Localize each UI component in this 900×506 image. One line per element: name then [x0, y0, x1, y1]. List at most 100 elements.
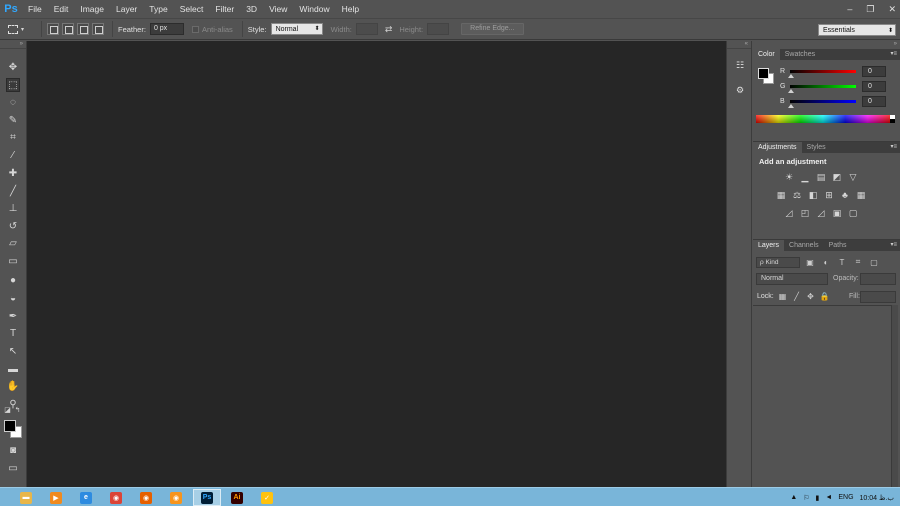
path-selection-tool-icon[interactable]: ↖ — [6, 344, 20, 358]
hue-saturation-icon[interactable]: ▦ — [775, 189, 787, 201]
foreground-color-swatch[interactable] — [4, 420, 16, 432]
width-input[interactable] — [355, 23, 378, 35]
new-selection-button[interactable] — [47, 23, 59, 35]
rectangle-tool-icon[interactable]: ▬ — [6, 362, 20, 376]
dodge-tool-icon[interactable]: ◒ — [6, 291, 20, 305]
posterize-icon[interactable]: ◰ — [799, 207, 811, 219]
feather-input[interactable]: 0 px — [149, 23, 184, 35]
intersect-selection-button[interactable] — [92, 23, 104, 35]
menu-edit[interactable]: Edit — [48, 0, 75, 18]
green-track[interactable] — [788, 84, 856, 93]
pen-tool-icon[interactable]: ✒ — [6, 309, 20, 323]
channel-mixer-icon[interactable]: ♣ — [839, 189, 851, 201]
blue-value[interactable]: 0 — [862, 95, 886, 107]
panel-menu-icon[interactable]: ▾≡ — [890, 142, 897, 153]
slider-thumb-icon[interactable] — [788, 103, 794, 108]
red-value[interactable]: 0 — [862, 65, 886, 77]
collapse-icon[interactable]: » — [753, 41, 900, 49]
photoshop-taskbar-icon[interactable]: Ps — [193, 489, 221, 506]
language-indicator[interactable]: ENG — [838, 494, 853, 501]
type-filter-icon[interactable]: T — [836, 257, 848, 268]
smart-object-filter-icon[interactable]: ▢ — [868, 257, 880, 268]
blur-tool-icon[interactable]: ● — [6, 273, 20, 287]
opacity-input[interactable] — [860, 273, 896, 285]
menu-image[interactable]: Image — [74, 0, 110, 18]
eyedropper-tool-icon[interactable]: ⁄ — [6, 148, 20, 162]
collapse-icon[interactable]: » — [0, 41, 26, 49]
properties-panel-icon[interactable]: ⚙ — [733, 83, 747, 97]
move-tool-icon[interactable]: ✥ — [6, 60, 20, 74]
blue-slider[interactable]: B 0 — [780, 95, 898, 108]
gradient-tool-icon[interactable]: ▭ — [6, 254, 20, 268]
tab-adjustments[interactable]: Adjustments — [753, 142, 802, 153]
lock-image-icon[interactable]: ╱ — [791, 291, 802, 302]
style-select[interactable]: Normal — [270, 23, 323, 35]
slider-thumb-icon[interactable] — [788, 73, 794, 78]
close-icon[interactable]: ✕ — [888, 4, 896, 15]
red-track[interactable] — [788, 69, 856, 78]
foreground-color-swatch[interactable] — [758, 68, 769, 79]
menu-window[interactable]: Window — [293, 0, 335, 18]
layers-scrollbar[interactable] — [891, 305, 898, 488]
clone-stamp-tool-icon[interactable]: ⊥ — [6, 201, 20, 215]
history-panel-icon[interactable]: ☷ — [733, 58, 747, 72]
lock-transparent-icon[interactable]: ▦ — [777, 291, 788, 302]
pixel-filter-icon[interactable]: ▣ — [804, 257, 816, 268]
antialias-checkbox[interactable] — [191, 25, 199, 33]
lasso-tool-icon[interactable]: ◌ — [6, 95, 20, 109]
red-slider[interactable]: R 0 — [780, 65, 898, 78]
quick-selection-tool-icon[interactable]: ✎ — [6, 113, 20, 127]
history-brush-tool-icon[interactable]: ↺ — [6, 219, 20, 233]
menu-layer[interactable]: Layer — [110, 0, 143, 18]
invert-icon[interactable]: ◿ — [783, 207, 795, 219]
photo-filter-icon[interactable]: ⊞ — [823, 189, 835, 201]
exposure-icon[interactable]: ◩ — [831, 171, 843, 183]
type-tool-icon[interactable]: T — [6, 326, 20, 340]
color-spectrum[interactable] — [756, 115, 890, 123]
lock-all-icon[interactable]: 🔒 — [819, 291, 830, 302]
menu-filter[interactable]: Filter — [209, 0, 240, 18]
norton-taskbar-icon[interactable]: ✓ — [253, 489, 281, 506]
swap-dimensions-icon[interactable]: ⇄ — [385, 24, 393, 35]
expand-panels-icon[interactable]: « — [727, 41, 751, 49]
show-hidden-icons-icon[interactable]: ▲ — [790, 494, 797, 501]
volume-icon[interactable]: ◄ — [825, 494, 832, 501]
screen-mode-icon[interactable]: ▭ — [6, 461, 20, 475]
layers-list[interactable] — [753, 305, 891, 488]
blue-track[interactable] — [788, 99, 856, 108]
firefox-taskbar-icon[interactable]: ◉ — [132, 489, 160, 506]
green-slider[interactable]: G 0 — [780, 80, 898, 93]
panel-menu-icon[interactable]: ▾≡ — [890, 240, 897, 251]
tab-layers[interactable]: Layers — [753, 240, 785, 251]
gradient-map-icon[interactable]: ▢ — [847, 207, 859, 219]
kind-filter-select[interactable]: ρ Kind — [756, 256, 800, 268]
menu-file[interactable]: File — [22, 0, 48, 18]
document-canvas-area[interactable] — [27, 41, 726, 487]
default-colors-icon[interactable]: ◪ — [3, 405, 12, 414]
vibrance-icon[interactable]: ▽ — [847, 171, 859, 183]
color-lookup-icon[interactable]: ▦ — [855, 189, 867, 201]
action-center-flag-icon[interactable]: ⚐ — [803, 494, 809, 502]
healing-brush-tool-icon[interactable]: ✚ — [6, 166, 20, 180]
tab-swatches[interactable]: Swatches — [780, 49, 820, 60]
clock[interactable]: 10:04 ب.ظ — [860, 494, 894, 502]
tab-color[interactable]: Color — [753, 49, 780, 60]
minimize-icon[interactable]: – — [847, 4, 852, 14]
curves-icon[interactable]: ▤ — [815, 171, 827, 183]
media-player-taskbar-icon[interactable]: ▶ — [42, 489, 70, 506]
tab-paths[interactable]: Paths — [824, 240, 852, 251]
restore-icon[interactable]: ❐ — [866, 4, 874, 15]
green-value[interactable]: 0 — [862, 80, 886, 92]
selective-color-icon[interactable]: ▣ — [831, 207, 843, 219]
tool-preset-picker[interactable]: ▾ — [8, 20, 36, 38]
shape-filter-icon[interactable]: ⌗ — [852, 257, 864, 268]
network-signal-icon[interactable]: ▮ — [816, 494, 820, 502]
eraser-tool-icon[interactable]: ▱ — [6, 236, 20, 250]
explorer-taskbar-icon[interactable]: ▬ — [12, 489, 40, 506]
add-to-selection-button[interactable] — [62, 23, 74, 35]
menu-select[interactable]: Select — [174, 0, 210, 18]
marquee-tool-icon[interactable]: ⬚ — [6, 78, 20, 92]
black-white-icon[interactable]: ◧ — [807, 189, 819, 201]
swap-colors-icon[interactable]: ↰ — [13, 405, 22, 414]
fill-input[interactable] — [860, 291, 896, 303]
